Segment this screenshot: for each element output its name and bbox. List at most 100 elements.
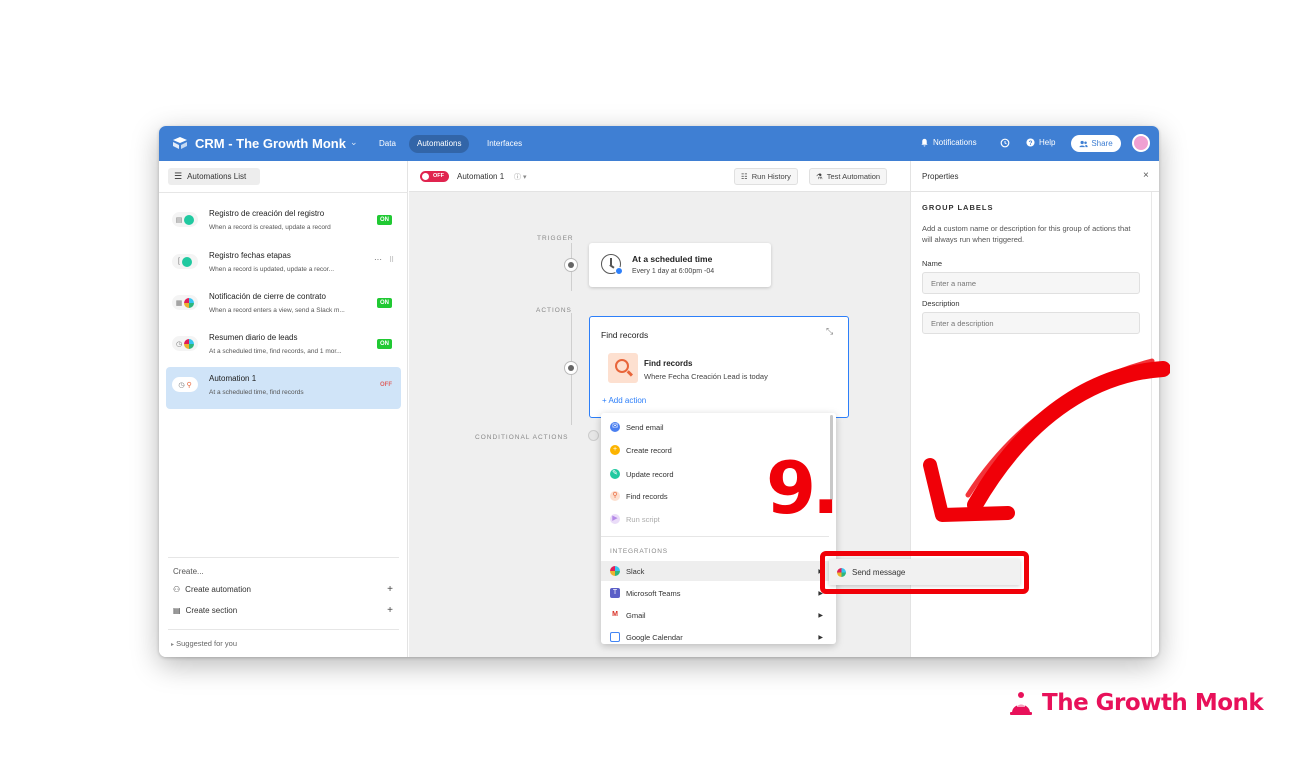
pencil-icon xyxy=(184,214,195,225)
history-button[interactable] xyxy=(1000,138,1010,148)
bracket-icon: [ xyxy=(178,258,180,265)
teams-icon: T xyxy=(610,588,620,598)
trigger-card[interactable]: At a scheduled time Every 1 day at 6:00p… xyxy=(589,243,771,287)
automations-list-button[interactable]: ☰ Automations List xyxy=(168,168,260,185)
add-condition-icon[interactable] xyxy=(588,430,599,441)
airtable-logo-icon[interactable] xyxy=(172,136,188,150)
run-history-button[interactable]: ☷ Run History xyxy=(734,168,798,185)
menu-item-microsoft-teams[interactable]: T Microsoft Teams ▶ xyxy=(609,583,829,603)
brand-name: The Growth Monk xyxy=(1042,690,1264,716)
automations-list-label: Automations List xyxy=(187,172,247,181)
red-arrow-icon xyxy=(923,358,1170,522)
automation-item[interactable]: [ Registro fechas etapas When a record i… xyxy=(166,244,401,284)
clock-icon: ◷ xyxy=(175,340,183,348)
close-icon[interactable]: × xyxy=(1143,170,1149,181)
create-label: Create... xyxy=(173,567,204,576)
automation-title: Registro fechas etapas xyxy=(209,251,291,260)
automation-item[interactable]: ▤ Registro de creación del registro When… xyxy=(166,202,401,242)
action-step-subtitle: Where Fecha Creación Lead is today xyxy=(644,372,768,381)
menu-item-label: Google Calendar xyxy=(626,632,683,642)
actions-label: ACTIONS xyxy=(536,307,572,314)
menu-item-label: Slack xyxy=(626,566,645,576)
trigger-label: TRIGGER xyxy=(537,235,574,242)
menu-item-send-email[interactable]: ✉ Send email xyxy=(609,417,827,437)
suggested-label: Suggested for you xyxy=(176,639,237,648)
action-group-card[interactable]: Find records ⤡ Find records Where Fecha … xyxy=(589,316,849,418)
chevron-down-icon[interactable]: ⌄ xyxy=(350,137,358,148)
svg-text:?: ? xyxy=(1029,140,1033,147)
pencil-icon: ✎ xyxy=(610,469,620,479)
plus-icon: + xyxy=(387,605,393,616)
email-icon: ✉ xyxy=(610,422,620,432)
more-icon[interactable]: ··· xyxy=(374,255,382,264)
chevron-right-icon: ▶ xyxy=(818,634,823,641)
divider xyxy=(168,557,399,558)
tab-interfaces[interactable]: Interfaces xyxy=(479,135,530,153)
name-input[interactable] xyxy=(922,272,1140,294)
menu-icon: ☰ xyxy=(174,171,183,181)
automation-name[interactable]: Automation 1 xyxy=(457,172,504,181)
chevron-right-icon: ▶ xyxy=(818,612,823,619)
automation-item[interactable]: ▦ Notificación de cierre de contrato Whe… xyxy=(166,285,401,325)
status-badge: ON xyxy=(377,339,392,349)
menu-item-slack[interactable]: Slack ▶ xyxy=(601,561,829,581)
form-icon: ▤ xyxy=(175,216,183,224)
divider xyxy=(601,536,829,537)
suggested-toggle[interactable]: ▸ Suggested for you xyxy=(171,639,237,648)
calendar-icon xyxy=(610,632,620,642)
create-automation-label: Create automation xyxy=(185,585,251,594)
menu-item-gmail[interactable]: M Gmail ▶ xyxy=(609,605,829,625)
automation-item-selected[interactable]: ◷ ⚲ Automation 1 At a scheduled time, fi… xyxy=(166,367,401,409)
section-icon: ▤ xyxy=(173,606,181,615)
menu-item-label: Create record xyxy=(626,445,672,455)
automation-toggle[interactable]: OFF xyxy=(420,171,449,182)
add-action-button[interactable]: + Add action xyxy=(602,396,646,405)
create-automation-button[interactable]: ⚇ Create automation + xyxy=(173,584,393,595)
help-icon: ? xyxy=(1026,138,1035,147)
properties-title: Properties xyxy=(922,172,959,181)
conditional-actions-label: CONDITIONAL ACTIONS xyxy=(475,434,569,441)
automation-subtitle: When a record is created, update a recor… xyxy=(209,224,331,231)
menu-item-label: Find records xyxy=(626,491,668,501)
notifications-label: Notifications xyxy=(933,138,977,147)
action-node-icon xyxy=(564,361,578,375)
share-button[interactable]: Share xyxy=(1071,135,1121,152)
menu-item-google-calendar[interactable]: Google Calendar ▶ xyxy=(609,627,829,644)
test-automation-button[interactable]: ⚗ Test Automation xyxy=(809,168,888,185)
slack-icon xyxy=(610,566,620,576)
create-section-button[interactable]: ▤ Create section + xyxy=(173,605,393,616)
automation-icons: ▤ xyxy=(172,212,198,227)
notifications-button[interactable]: Notifications xyxy=(920,138,977,147)
view-icon: ▦ xyxy=(175,299,183,307)
collapse-icon[interactable]: ⤡ xyxy=(826,326,833,337)
automation-title: Registro de creación del registro xyxy=(209,209,325,218)
properties-header: Properties × xyxy=(911,161,1159,192)
search-icon: ⚲ xyxy=(186,381,192,389)
tab-data[interactable]: Data xyxy=(371,135,404,153)
description-label: Description xyxy=(922,299,960,308)
trigger-node-icon xyxy=(564,258,578,272)
automation-icons: ◷ xyxy=(172,336,198,351)
menu-item-label: Update record xyxy=(626,469,674,479)
automation-item[interactable]: ◷ Resumen diario de leads At a scheduled… xyxy=(166,326,401,366)
integrations-heading: INTEGRATIONS xyxy=(610,548,668,555)
base-title[interactable]: CRM - The Growth Monk xyxy=(195,136,346,151)
drag-handle-icon[interactable]: ⠿ xyxy=(389,256,394,264)
help-button[interactable]: ? Help xyxy=(1026,138,1055,147)
avatar[interactable] xyxy=(1132,134,1150,152)
group-labels-heading: GROUP LABELS xyxy=(922,203,994,212)
automation-subtitle: When a record enters a view, send a Slac… xyxy=(209,307,345,314)
description-input[interactable] xyxy=(922,312,1140,334)
action-step-title[interactable]: Find records xyxy=(644,359,692,368)
test-automation-label: Test Automation xyxy=(826,172,881,181)
info-chevron-icon[interactable]: ⓘ ▾ xyxy=(514,172,526,182)
menu-item-label: Microsoft Teams xyxy=(626,588,681,598)
automation-icon: ⚇ xyxy=(173,585,181,594)
divider xyxy=(168,629,399,630)
step-number: 9. xyxy=(766,446,839,530)
automation-title: Notificación de cierre de contrato xyxy=(209,292,326,301)
automation-subtitle: At a scheduled time, find records xyxy=(209,389,304,396)
monk-logo-icon xyxy=(1010,692,1032,715)
tab-automations[interactable]: Automations xyxy=(409,135,470,153)
list-icon: ☷ xyxy=(741,172,748,181)
